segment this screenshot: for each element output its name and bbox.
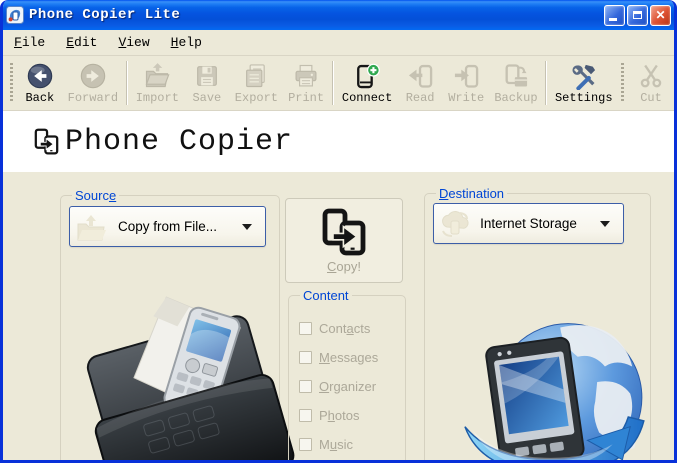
toolbar-separator [545, 61, 548, 105]
main-area: Source Copy from File... Copy! Content C… [3, 172, 674, 460]
close-button[interactable]: ✕ [650, 4, 671, 26]
folder-watermark-icon [77, 215, 106, 241]
save-icon [196, 65, 217, 86]
internet-storage-image [464, 323, 645, 460]
checkbox-music[interactable]: Music [299, 437, 399, 452]
toolbar-gripper[interactable] [621, 63, 625, 103]
maximize-button[interactable] [627, 4, 648, 26]
copy-button[interactable]: Copy! [285, 198, 403, 283]
copy-phones-icon [322, 208, 366, 255]
copy-button-label: Copy! [327, 258, 361, 274]
minimize-button[interactable] [604, 4, 625, 26]
source-dropdown[interactable]: Copy from File... [69, 206, 266, 247]
checkbox-box[interactable] [299, 321, 312, 335]
chevron-down-icon [242, 224, 252, 230]
content-group: Content Contacts Messages Organizer Phot… [288, 288, 406, 460]
toolbar: Back Forward Import Save Export Print Co… [3, 55, 674, 111]
checkbox-photos[interactable]: Photos [299, 408, 399, 423]
export-icon [246, 63, 266, 87]
checkbox-box[interactable] [299, 350, 312, 364]
cut-icon [640, 64, 662, 87]
cut-button[interactable]: Cut [628, 59, 674, 108]
write-button[interactable]: Write [443, 59, 489, 108]
checkbox-organizer[interactable]: Organizer [299, 379, 399, 394]
connect-button[interactable]: Connect [337, 59, 397, 108]
export-button[interactable]: Export [230, 59, 283, 108]
destination-group-label: Destination [436, 186, 508, 201]
back-icon [27, 63, 53, 88]
save-button[interactable]: Save [184, 59, 230, 108]
page-title: Phone Copier [65, 124, 294, 159]
checkbox-messages[interactable]: Messages [299, 350, 399, 365]
settings-button[interactable]: Settings [550, 59, 617, 108]
forward-icon [80, 63, 106, 88]
title-bar[interactable]: Phone Copier Lite ✕ [3, 0, 674, 30]
menu-help[interactable]: Help [171, 35, 202, 50]
settings-icon [572, 64, 595, 90]
source-group-label: Source [72, 188, 120, 203]
menu-edit[interactable]: Edit [66, 35, 97, 50]
read-icon [409, 64, 433, 88]
print-button[interactable]: Print [283, 59, 329, 108]
phone-copier-icon [34, 128, 59, 155]
app-window: Phone Copier Lite ✕ File Edit View Help … [0, 0, 677, 463]
content-group-label: Content [300, 288, 352, 303]
toolbar-separator [125, 61, 128, 105]
forward-button[interactable]: Forward [63, 59, 123, 108]
backup-button[interactable]: Backup [489, 59, 542, 108]
write-icon [455, 64, 479, 88]
menu-bar: File Edit View Help [3, 30, 674, 55]
destination-dropdown-value: Internet Storage [480, 216, 577, 231]
connect-icon [357, 63, 380, 88]
window-title: Phone Copier Lite [29, 7, 181, 23]
import-icon [145, 62, 170, 87]
source-group: Source Copy from File... [60, 188, 295, 460]
source-dropdown-value: Copy from File... [117, 219, 218, 234]
cloud-watermark-icon [442, 211, 469, 237]
chevron-down-icon [600, 221, 610, 227]
maximize-icon [633, 11, 642, 19]
checkbox-contacts[interactable]: Contacts [299, 321, 399, 336]
destination-dropdown[interactable]: Internet Storage [433, 203, 624, 244]
backup-icon [505, 63, 527, 86]
checkbox-box[interactable] [299, 408, 312, 422]
menu-file[interactable]: File [14, 35, 45, 50]
phone-folder-image [86, 296, 295, 460]
toolbar-gripper[interactable] [10, 63, 13, 103]
import-button[interactable]: Import [131, 59, 184, 108]
toolbar-separator [332, 61, 335, 105]
checkbox-box[interactable] [299, 437, 312, 451]
app-icon [6, 6, 24, 24]
menu-view[interactable]: View [118, 35, 149, 50]
back-button[interactable]: Back [17, 59, 63, 108]
checkbox-box[interactable] [299, 379, 312, 393]
print-icon [295, 64, 317, 87]
read-button[interactable]: Read [397, 59, 443, 108]
destination-group: Destination Internet Storage [424, 186, 651, 460]
minimize-icon [609, 17, 617, 21]
app-header: Phone Copier [3, 111, 674, 172]
